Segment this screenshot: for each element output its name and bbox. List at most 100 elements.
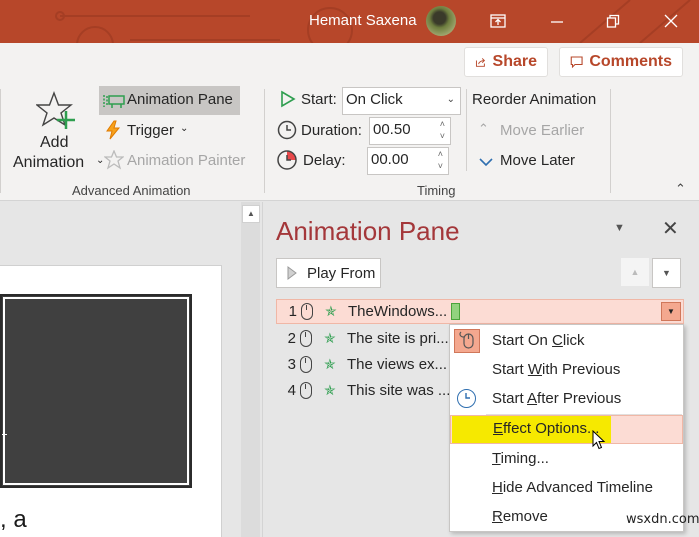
slide-image-placeholder[interactable] bbox=[0, 294, 192, 488]
entrance-effect-star-icon: ✯ bbox=[324, 330, 336, 346]
animation-painter-button[interactable]: Animation Painter bbox=[103, 149, 253, 173]
entrance-effect-star-icon: ✯ bbox=[324, 382, 336, 398]
move-earlier-button[interactable]: ⌃ Move Earlier bbox=[478, 119, 598, 143]
animation-pane-icon bbox=[103, 95, 125, 108]
ribbon-display-options-button[interactable] bbox=[486, 10, 510, 32]
user-avatar[interactable] bbox=[426, 6, 456, 36]
start-dropdown[interactable]: On Click ⌄ bbox=[342, 87, 461, 115]
ribbon: Share Comments Add Animation ⌄ Animation… bbox=[0, 43, 699, 201]
item-dropdown-button[interactable]: ▼ bbox=[661, 302, 681, 321]
add-animation-star-icon bbox=[36, 91, 75, 129]
close-icon bbox=[664, 14, 678, 28]
slide-editor[interactable]: , a bbox=[0, 202, 240, 537]
mouse-click-icon bbox=[301, 303, 313, 320]
trigger-label: Trigger bbox=[127, 122, 174, 139]
spin-down-icon[interactable]: ˅ bbox=[440, 132, 445, 141]
spin-down-icon[interactable]: ˅ bbox=[438, 162, 443, 171]
animation-pane-title: Animation Pane bbox=[276, 216, 460, 246]
scroll-up-button[interactable]: ▲ bbox=[242, 205, 260, 223]
duration-label: Duration: bbox=[301, 122, 362, 139]
share-label: Share bbox=[492, 53, 537, 70]
animation-item-label: The views ex... bbox=[347, 356, 448, 373]
restore-button[interactable] bbox=[601, 10, 625, 32]
duration-input[interactable]: 00.50 ˄ ˅ bbox=[369, 117, 451, 145]
menu-item-start-with-previous[interactable]: Start With Previous bbox=[450, 356, 683, 385]
menu-item-timing[interactable]: Timing... bbox=[450, 445, 683, 474]
trigger-button[interactable]: Trigger ⌄ bbox=[103, 119, 193, 143]
mouse-click-icon bbox=[300, 356, 312, 373]
menu-item-label: Timing... bbox=[492, 450, 549, 467]
group-separator bbox=[264, 89, 265, 193]
play-from-button[interactable]: Play From bbox=[276, 258, 381, 288]
menu-item-effect-options[interactable]: Effect Options... bbox=[450, 415, 683, 444]
add-animation-button[interactable]: Add Animation ⌄ bbox=[10, 89, 104, 175]
menu-item-start-on-click[interactable]: Start On Click bbox=[450, 327, 683, 356]
animation-item-label: This site was ... bbox=[347, 382, 451, 399]
reorder-animation-title: Reorder Animation bbox=[472, 91, 597, 108]
entrance-effect-star-icon: ✯ bbox=[325, 303, 337, 319]
menu-item-label: Start With Previous bbox=[492, 361, 621, 378]
animation-context-menu: Start On Click Start With Previous Start… bbox=[449, 324, 684, 532]
move-up-button[interactable]: ▲ bbox=[621, 258, 649, 286]
animation-item-number: 2 bbox=[287, 330, 296, 347]
lightning-icon bbox=[106, 120, 121, 140]
comment-icon bbox=[570, 56, 583, 69]
move-later-label: Move Later bbox=[500, 152, 576, 169]
delay-label: Delay: bbox=[303, 152, 346, 169]
delay-input[interactable]: 00.00 ˄ ˅ bbox=[367, 147, 449, 175]
menu-item-label: Start On Click bbox=[492, 332, 585, 349]
collapse-ribbon-icon[interactable]: ⌃ bbox=[675, 181, 686, 197]
animation-item-number: 4 bbox=[287, 382, 296, 399]
comments-button[interactable]: Comments bbox=[559, 47, 683, 77]
group-separator bbox=[0, 89, 1, 193]
menu-item-label: Effect Options... bbox=[493, 420, 600, 437]
ribbon-display-icon bbox=[490, 14, 506, 28]
pane-options-dropdown-icon[interactable]: ▼ bbox=[614, 222, 625, 234]
move-later-button[interactable]: Move Later bbox=[478, 149, 598, 173]
timing-group-label: Timing bbox=[417, 183, 456, 198]
spin-up-icon[interactable]: ˄ bbox=[440, 120, 445, 129]
slide-body-text[interactable]: , a bbox=[0, 506, 27, 534]
menu-item-hide-advanced-timeline[interactable]: Hide Advanced Timeline bbox=[450, 474, 683, 503]
mouse-click-icon bbox=[454, 329, 480, 353]
share-icon bbox=[475, 58, 486, 67]
title-bar: Hemant Saxena bbox=[0, 0, 699, 43]
animation-item-number: 1 bbox=[288, 303, 297, 320]
entrance-effect-star-icon: ✯ bbox=[324, 356, 336, 372]
animation-item[interactable]: 1 ✯ TheWindows... ▼ bbox=[276, 299, 684, 324]
user-name[interactable]: Hemant Saxena bbox=[309, 12, 417, 29]
start-value: On Click bbox=[346, 91, 403, 108]
move-down-button[interactable]: ▼ bbox=[652, 258, 681, 288]
menu-item-label: Remove bbox=[492, 508, 548, 525]
pane-close-icon[interactable]: ✕ bbox=[662, 216, 679, 241]
spin-up-icon[interactable]: ˄ bbox=[438, 150, 443, 159]
minimize-button[interactable] bbox=[545, 10, 569, 32]
timeline-bar[interactable] bbox=[451, 303, 461, 320]
menu-item-label: Hide Advanced Timeline bbox=[492, 479, 653, 496]
group-separator bbox=[610, 89, 611, 193]
add-animation-label-line1: Add bbox=[40, 134, 69, 151]
watermark: wsxdn.com bbox=[626, 512, 699, 527]
chevron-down-icon: ⌄ bbox=[180, 123, 189, 134]
slide-canvas[interactable]: , a bbox=[0, 265, 222, 537]
menu-item-start-after-previous[interactable]: Start After Previous bbox=[450, 385, 683, 414]
add-animation-label-line2: Animation bbox=[13, 154, 85, 171]
start-label: Start: bbox=[301, 91, 337, 108]
vertical-scrollbar[interactable]: ▲ bbox=[240, 202, 260, 537]
animation-item-label: The site is pri... bbox=[347, 330, 449, 347]
play-start-icon bbox=[281, 90, 296, 108]
animation-painter-icon bbox=[104, 150, 124, 170]
animation-pane-button[interactable]: Animation Pane bbox=[99, 86, 240, 115]
restore-icon bbox=[606, 14, 620, 28]
chevron-up-icon: ⌃ bbox=[478, 121, 489, 136]
delay-clock-icon bbox=[277, 150, 297, 170]
chevron-down-icon bbox=[479, 158, 493, 167]
group-separator bbox=[466, 89, 467, 171]
animation-item-label: TheWindows... bbox=[348, 303, 448, 320]
close-window-button[interactable] bbox=[659, 10, 683, 32]
duration-clock-icon bbox=[277, 120, 297, 140]
play-from-label: Play From bbox=[307, 264, 376, 282]
delay-value: 00.00 bbox=[371, 151, 409, 168]
share-button[interactable]: Share bbox=[464, 47, 548, 77]
minimize-icon bbox=[551, 21, 563, 23]
